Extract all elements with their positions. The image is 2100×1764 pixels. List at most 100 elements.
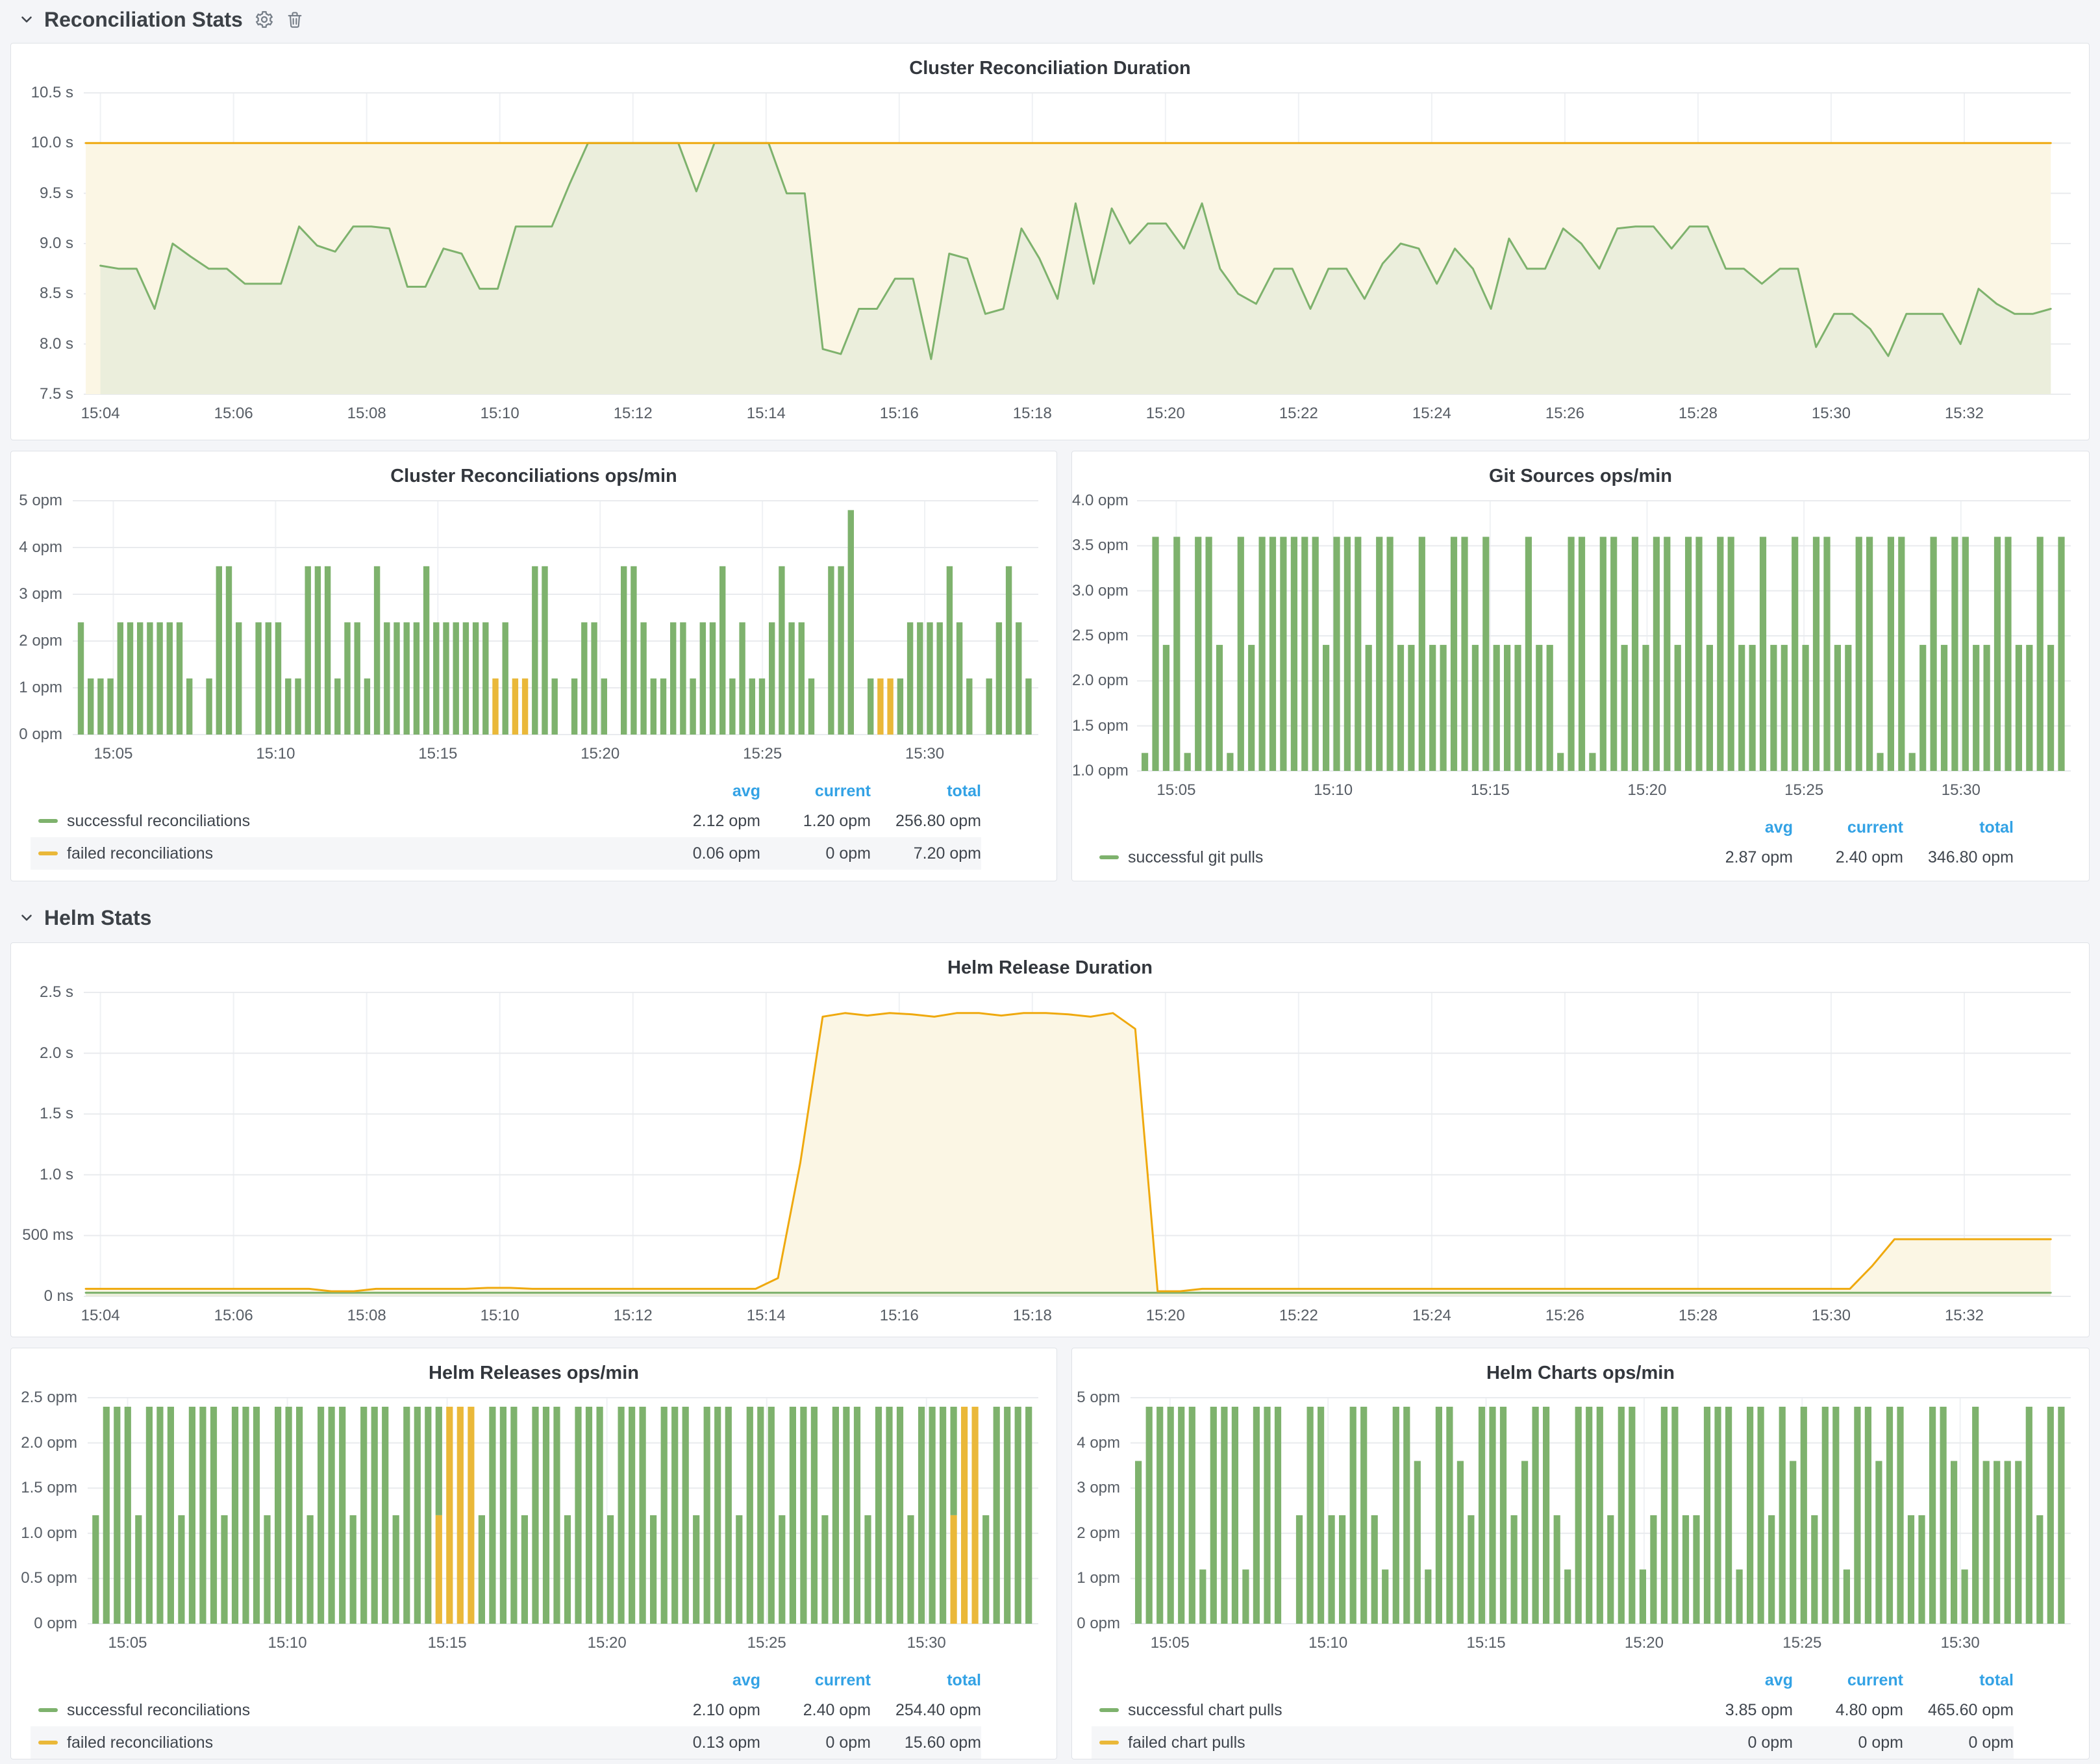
legend-header-current[interactable]: current — [1793, 1671, 1903, 1690]
section-title-reconciliation-stats[interactable]: Reconciliation Stats — [44, 8, 243, 32]
legend-header-total[interactable]: total — [871, 782, 981, 801]
chart-canvas — [11, 985, 2089, 1337]
x-axis-tick: 15:16 — [880, 1307, 919, 1325]
x-axis-tick: 15:20 — [588, 1634, 627, 1652]
chart-cluster-reconciliations-opm[interactable]: 15:0515:1015:1515:2015:2515:305 opm4 opm… — [11, 493, 1056, 776]
y-axis-tick: 4 opm — [1072, 1434, 1120, 1452]
x-axis-tick: 15:05 — [1156, 781, 1195, 800]
y-axis-tick: 3.0 opm — [1072, 582, 1127, 600]
y-axis-tick: 3 opm — [1072, 1479, 1120, 1497]
section-reconciliation-stats: Reconciliation Stats — [10, 0, 2090, 39]
x-axis-tick: 15:08 — [347, 1307, 386, 1325]
panel-helm-release-duration: Helm Release Duration 15:04 15:06 15:08 15:… — [10, 942, 2090, 1337]
x-axis-tick: 15:14 — [747, 1307, 786, 1325]
y-axis-tick: 3.5 opm — [1072, 536, 1127, 555]
y-axis-tick: 0 opm — [1072, 1615, 1120, 1633]
x-axis-tick: 15:10 — [1308, 1634, 1347, 1652]
y-axis-tick: 2 opm — [11, 632, 62, 650]
x-axis-tick: 15:20 — [581, 745, 619, 763]
x-axis-tick: 15:05 — [108, 1634, 147, 1652]
panel-title[interactable]: Cluster Reconciliations ops/min — [11, 451, 1056, 493]
y-axis-tick: 5 opm — [11, 492, 62, 510]
panel-helm-releases-opm: Helm Releases ops/min 15:0515:1015:1515:… — [10, 1348, 1057, 1759]
legend-header-current[interactable]: current — [760, 782, 871, 801]
section-helm-stats: Helm Stats — [10, 898, 2090, 937]
x-axis-tick: 15:04 — [81, 1307, 120, 1325]
legend-header-avg[interactable]: avg — [650, 782, 760, 801]
panel-title[interactable]: Helm Charts ops/min — [1072, 1348, 2089, 1390]
legend-stat-current: 2.40 opm — [760, 1701, 871, 1720]
legend-series-label[interactable]: successful reconciliations — [31, 1701, 650, 1720]
chevron-down-icon[interactable] — [18, 11, 35, 28]
legend-series-label[interactable]: successful reconciliations — [31, 812, 650, 831]
legend-header-avg[interactable]: avg — [1682, 1671, 1793, 1690]
chart-helm-charts-opm[interactable]: 15:0515:1015:1515:2015:2515:305 opm4 opm… — [1072, 1390, 2089, 1665]
x-axis-tick: 15:25 — [1784, 781, 1823, 800]
series-color-dash-icon — [38, 1741, 58, 1745]
legend-row: failed chart pulls0 opm0 opm0 opm — [1092, 1726, 2014, 1759]
chart-git-sources-opm[interactable]: 15:0515:1015:1515:2015:2515:304.0 opm3.5… — [1072, 493, 2089, 813]
trash-icon[interactable] — [286, 10, 304, 29]
legend-series-label[interactable]: failed reconciliations — [31, 844, 650, 863]
legend-header-total[interactable]: total — [871, 1671, 981, 1690]
x-axis-tick: 15:05 — [94, 745, 132, 763]
legend-header-current[interactable]: current — [1793, 818, 1903, 837]
legend-series-label[interactable]: failed reconciliations — [31, 1733, 650, 1752]
legend-series-label[interactable]: successful git pulls — [1092, 848, 1682, 867]
chart-cluster-reconciliation-duration[interactable]: 15:0415:0615:0815:1015:1215:1415:1615:18… — [11, 85, 2089, 436]
section-title-helm-stats[interactable]: Helm Stats — [44, 906, 151, 930]
gear-icon[interactable] — [255, 10, 274, 29]
x-axis-tick: 15:24 — [1412, 405, 1451, 423]
x-axis-tick: 15:25 — [743, 745, 782, 763]
y-axis-tick: 9.0 s — [11, 234, 73, 253]
legend-stat-current: 1.20 opm — [760, 812, 871, 831]
legend-series-label[interactable]: successful chart pulls — [1092, 1701, 1682, 1720]
chart-helm-release-duration[interactable]: 15:0415:0615:0815:1015:1215:1415:1615:18… — [11, 985, 2089, 1337]
x-axis-tick: 15:06 — [214, 1307, 253, 1325]
chart-canvas — [11, 1390, 1056, 1665]
panel-title[interactable]: Cluster Reconciliation Duration — [11, 44, 2089, 85]
legend-stat-avg: 0.06 opm — [650, 844, 760, 863]
x-axis-tick: 15:26 — [1545, 405, 1584, 423]
y-axis-tick: 2.5 opm — [1072, 627, 1127, 645]
legend-header-row: avgcurrenttotal — [1092, 814, 2014, 841]
panel-cluster-reconciliations-opm: Cluster Reconciliations ops/min 15:05 15:… — [10, 451, 1057, 881]
legend-header-avg[interactable]: avg — [1682, 818, 1793, 837]
x-axis-tick: 15:18 — [1013, 405, 1052, 423]
y-axis-tick: 10.5 s — [11, 84, 73, 102]
legend-cluster-reconciliations: avgcurrenttotal successful reconciliation… — [11, 776, 1056, 870]
panel-title[interactable]: Helm Release Duration — [11, 943, 2089, 985]
legend-row: successful git pulls2.87 opm2.40 opm346.… — [1092, 841, 2014, 874]
legend-stat-total: 0 opm — [1903, 1733, 2014, 1752]
y-axis-tick: 0.5 opm — [11, 1569, 77, 1587]
legend-series-name: successful reconciliations — [67, 1701, 250, 1720]
x-axis-tick: 15:24 — [1412, 1307, 1451, 1325]
legend-series-name: successful reconciliations — [67, 812, 250, 831]
legend-row: successful chart pulls3.85 opm4.80 opm46… — [1092, 1694, 2014, 1726]
legend-helm-releases: avgcurrenttotal successful reconciliation… — [11, 1665, 1056, 1759]
chart-helm-releases-opm[interactable]: 15:0515:1015:1515:2015:2515:302.5 opm2.0… — [11, 1390, 1056, 1665]
chevron-down-icon[interactable] — [18, 909, 35, 926]
x-axis-tick: 15:28 — [1679, 405, 1718, 423]
x-axis-tick: 15:20 — [1627, 781, 1666, 800]
x-axis-tick: 15:04 — [81, 405, 120, 423]
y-axis-tick: 1.0 s — [11, 1166, 73, 1184]
panel-title[interactable]: Git Sources ops/min — [1072, 451, 2089, 493]
legend-helm-charts: avgcurrenttotal successful chart pulls3.8… — [1072, 1665, 2089, 1759]
x-axis-tick: 15:10 — [1314, 781, 1353, 800]
y-axis-tick: 1.5 opm — [1072, 717, 1127, 735]
panel-title[interactable]: Helm Releases ops/min — [11, 1348, 1056, 1390]
legend-header-total[interactable]: total — [1903, 1671, 2014, 1690]
legend-header-total[interactable]: total — [1903, 818, 2014, 837]
legend-header-current[interactable]: current — [760, 1671, 871, 1690]
legend-header-avg[interactable]: avg — [650, 1671, 760, 1690]
legend-series-label[interactable]: failed chart pulls — [1092, 1733, 1682, 1752]
legend-stat-current: 0 opm — [1793, 1733, 1903, 1752]
chart-canvas — [11, 493, 1056, 776]
legend-stat-current: 0 opm — [760, 1733, 871, 1752]
x-axis-tick: 15:14 — [747, 405, 786, 423]
x-axis-tick: 15:30 — [1941, 1634, 1980, 1652]
legend-stat-total: 7.20 opm — [871, 844, 981, 863]
series-color-dash-icon — [38, 851, 58, 855]
panel-row: Helm Releases ops/min 15:0515:1015:1515:… — [10, 1348, 2090, 1759]
